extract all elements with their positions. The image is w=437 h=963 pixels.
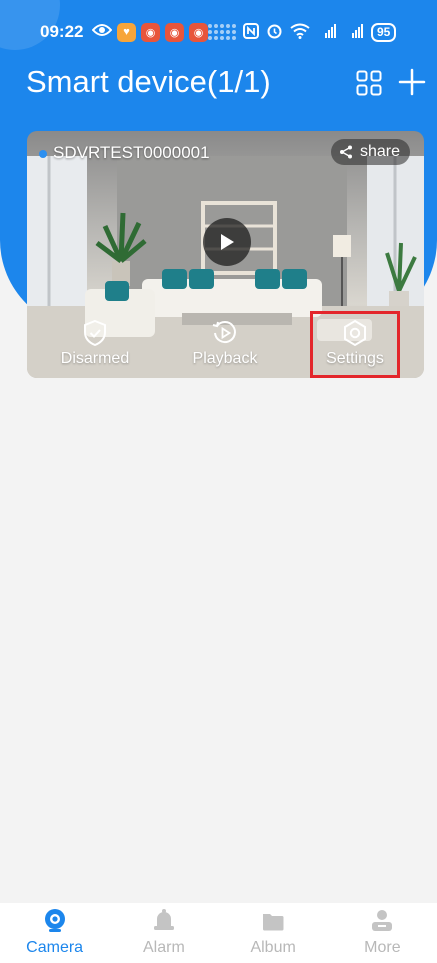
nav-more-label: More <box>364 939 401 956</box>
nav-album[interactable]: Album <box>219 903 328 963</box>
nav-camera-label: Camera <box>26 939 84 956</box>
play-icon <box>221 234 234 250</box>
playback-button[interactable]: Playback <box>170 319 280 368</box>
eye-icon <box>91 22 113 42</box>
signal-5g-icon <box>317 23 337 42</box>
weibo-app-icon: ◉ <box>165 22 184 42</box>
device-card[interactable]: SDVRTEST0000001 share Disarmed Playback <box>27 131 424 378</box>
bell-icon <box>153 909 174 930</box>
wifi-icon <box>290 23 310 42</box>
nav-alarm[interactable]: Alarm <box>109 903 218 963</box>
folder-icon <box>263 914 284 931</box>
nav-camera[interactable]: Camera <box>0 903 109 963</box>
signal-4g-icon <box>344 23 364 42</box>
device-name: SDVRTEST0000001 <box>53 143 210 162</box>
nav-alarm-label: Alarm <box>142 939 185 956</box>
dots-icon <box>208 24 236 40</box>
grid-view-icon[interactable] <box>356 70 382 96</box>
settings-highlight-box <box>310 311 400 378</box>
device-list-area <box>9 378 428 903</box>
weibo-app-icon: ◉ <box>141 22 160 42</box>
nav-album-label: Album <box>250 939 296 956</box>
online-status-dot <box>39 150 47 158</box>
status-bar: 09:22 ♥ ◉ ◉ ◉ 95 <box>0 18 437 48</box>
battery-indicator: 95 <box>371 22 397 42</box>
add-device-icon[interactable] <box>398 68 426 96</box>
nfc-icon <box>243 22 259 42</box>
system-icons: 95 <box>208 22 397 42</box>
bottom-navigation: Camera Alarm Album More <box>0 903 437 963</box>
alarm-clock-icon <box>266 22 283 42</box>
share-label: share <box>359 143 400 160</box>
share-button[interactable]: share <box>330 139 410 165</box>
play-button[interactable] <box>203 218 251 266</box>
playback-icon <box>212 321 236 344</box>
disarmed-label: Disarmed <box>60 350 130 367</box>
shield-check-icon <box>84 319 106 347</box>
camera-icon <box>44 909 65 932</box>
weibo-app-icon: ◉ <box>189 22 208 42</box>
share-icon <box>339 145 352 159</box>
playback-label: Playback <box>192 350 258 367</box>
heart-app-icon: ♥ <box>117 22 136 42</box>
notification-icons: ♥ ◉ ◉ ◉ <box>91 22 208 42</box>
page-title: Smart device(1/1) <box>26 64 271 99</box>
disarmed-button[interactable]: Disarmed <box>40 319 150 368</box>
nav-more[interactable]: More <box>328 903 437 963</box>
status-time: 09:22 <box>40 22 84 41</box>
user-icon <box>372 910 393 931</box>
